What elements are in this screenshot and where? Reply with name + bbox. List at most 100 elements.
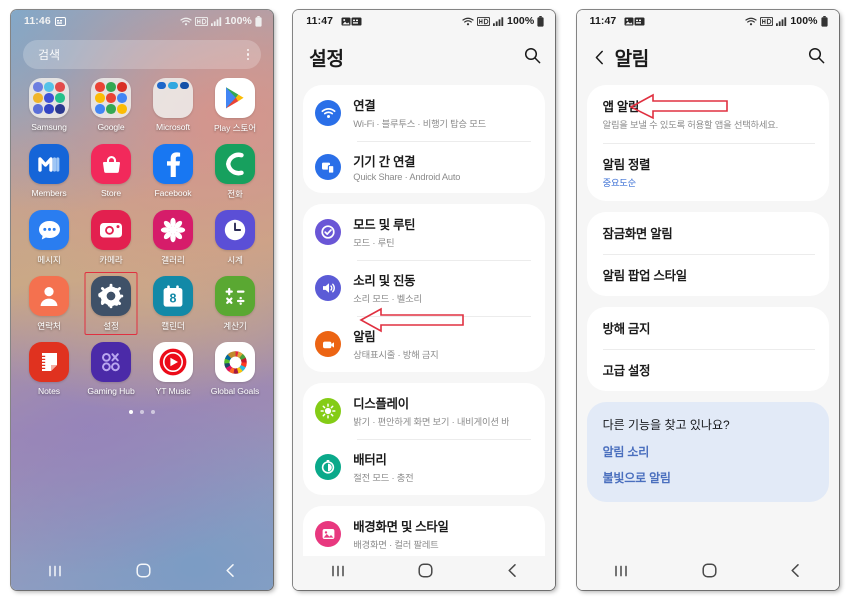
phone-2-screen: 11:47 100% 설정 연결 Wi-Fi · 블루투스 · 비행기 탑승 모… [293, 10, 556, 590]
page-title: 알림 [614, 49, 650, 70]
row-title: 소리 및 진동 [353, 274, 416, 288]
status-clock: 11:47 [306, 15, 334, 27]
wifi-icon [315, 100, 342, 126]
back-icon[interactable] [224, 563, 237, 583]
app-gaming-hub[interactable]: Gaming Hub [80, 342, 142, 396]
home-icon[interactable] [136, 563, 151, 583]
settings-row-modes-routines[interactable]: 모드 및 루틴 모드 · 루틴 [303, 204, 545, 260]
search-icon[interactable] [524, 47, 541, 69]
app-global-goals[interactable]: Global Goals [204, 342, 266, 396]
recents-icon[interactable] [47, 564, 63, 583]
settings-row-lockscreen-notifications[interactable]: 잠금화면 알림 [587, 212, 829, 254]
row-title: 잠금화면 알림 [602, 227, 673, 241]
settings-row-notifications[interactable]: 알림 상태표시줄 · 방해 금지 [303, 316, 545, 372]
search-icon[interactable] [808, 47, 825, 69]
image-icon [624, 17, 634, 26]
tip-link-notification-sound[interactable]: 알림 소리 [603, 443, 813, 460]
app-grid: Samsung Google Microsoft Play 스토어 Member… [11, 78, 273, 396]
settings-group: 디스플레이 밝기 · 편안하게 화면 보기 · 내비게이션 바 배터리 절전 모… [303, 383, 546, 495]
search-bar[interactable]: 검색 [23, 40, 261, 69]
app-label: 전화 [227, 189, 243, 199]
status-bar: 11:47 100% [293, 10, 556, 32]
home-icon[interactable] [702, 563, 717, 583]
three-phone-screenshot-strip: 11:46 100% 검색 Samsung Google Microsoft P… [0, 0, 850, 600]
more-vertical-icon[interactable] [246, 49, 249, 60]
folder-icon [29, 78, 69, 118]
navigation-bar [11, 556, 273, 590]
tip-link-flash-notification[interactable]: 불빛으로 알림 [603, 469, 813, 486]
settings-row-battery[interactable]: 배터리 절전 모드 · 충전 [303, 439, 545, 495]
settings-row-advanced-settings[interactable]: 고급 설정 [587, 349, 829, 391]
app-label: Samsung [31, 122, 67, 132]
app-settings[interactable]: 설정 [80, 272, 142, 335]
back-icon[interactable] [506, 563, 519, 583]
app-notes[interactable]: Notes [18, 342, 80, 396]
app-label: Global Goals [210, 386, 260, 396]
image-icon [341, 17, 351, 26]
samsung-members-icon [29, 144, 69, 184]
page-indicator[interactable] [11, 410, 273, 414]
chevron-left-icon[interactable] [593, 49, 606, 66]
app-label: 연락처 [37, 321, 61, 331]
settings-screen: 11:47 100% 설정 연결 Wi-Fi · 블루투스 · 비행기 탑승 모… [293, 10, 556, 590]
app-galaxy-store[interactable]: Store [80, 144, 142, 200]
notification-settings-list[interactable]: 앱 알림 알림을 보낼 수 있도록 허용할 앱을 선택하세요. 알림 정렬 중요… [577, 85, 839, 556]
app-label: 메시지 [37, 255, 61, 265]
navigation-bar [293, 556, 556, 590]
settings-row-sound-vibration[interactable]: 소리 및 진동 소리 모드 · 벨소리 [303, 260, 545, 316]
app-camera[interactable]: 카메라 [80, 210, 142, 266]
wallpaper-icon [315, 521, 342, 547]
app-samsung-folder[interactable]: Samsung [18, 78, 80, 134]
page-dot-2[interactable] [140, 410, 144, 414]
app-label: Gaming Hub [87, 386, 135, 396]
row-text: 배경화면 및 스타일 배경화면 · 컬러 팔레트 [353, 517, 449, 551]
app-phone[interactable]: 전화 [204, 144, 266, 200]
app-label: Members [31, 188, 67, 198]
calendar-icon: 8 [153, 276, 193, 316]
home-icon[interactable] [418, 563, 433, 583]
row-text: 잠금화면 알림 [603, 224, 673, 242]
app-members[interactable]: Members [18, 144, 80, 200]
settings-row-notification-sort[interactable]: 알림 정렬 중요도순 [587, 143, 829, 201]
hd-icon [760, 16, 774, 26]
app-label: 설정 [103, 321, 119, 331]
notes-icon [29, 342, 69, 382]
recents-icon[interactable] [330, 564, 346, 583]
row-subtitle: 밝기 · 편안하게 화면 보기 · 내비게이션 바 [353, 417, 510, 427]
settings-row-wallpaper-style[interactable]: 배경화면 및 스타일 배경화면 · 컬러 팔레트 [303, 506, 545, 556]
battery-icon [537, 15, 544, 27]
app-gallery[interactable]: 갤러리 [142, 210, 204, 266]
app-microsoft-folder[interactable]: Microsoft [142, 78, 204, 134]
app-yt-music[interactable]: YT Music [142, 342, 204, 396]
settings-row-connections[interactable]: 연결 Wi-Fi · 블루투스 · 비행기 탑승 모드 [303, 85, 545, 141]
settings-row-popup-style[interactable]: 알림 팝업 스타일 [587, 254, 829, 296]
gaming-hub-icon [91, 342, 131, 382]
app-facebook[interactable]: Facebook [142, 144, 204, 200]
row-subtitle: Wi-Fi · 블루투스 · 비행기 탑승 모드 [353, 119, 486, 129]
wifi-icon [180, 17, 192, 26]
settings-row-device-connections[interactable]: 기기 간 연결 Quick Share · Android Auto [303, 141, 545, 193]
app-contacts[interactable]: 연락처 [18, 276, 80, 332]
app-calculator[interactable]: 계산기 [204, 276, 266, 332]
app-play-store[interactable]: Play 스토어 [204, 78, 266, 134]
app-google-folder[interactable]: Google [80, 78, 142, 134]
app-messages[interactable]: 메시지 [18, 210, 80, 266]
recents-icon[interactable] [613, 564, 629, 583]
page-dot-1[interactable] [129, 410, 133, 414]
row-title: 알림 팝업 스타일 [602, 269, 687, 283]
row-text: 배터리 절전 모드 · 충전 [353, 450, 413, 484]
app-calendar[interactable]: 8 캘린더 [142, 276, 204, 332]
settings-row-do-not-disturb[interactable]: 방해 금지 [587, 307, 829, 349]
search-placeholder: 검색 [38, 48, 61, 62]
row-text: 디스플레이 밝기 · 편안하게 화면 보기 · 내비게이션 바 [353, 394, 509, 428]
settings-list[interactable]: 연결 Wi-Fi · 블루투스 · 비행기 탑승 모드 기기 간 연결 Quic… [293, 85, 555, 556]
page-dot-3[interactable] [151, 410, 155, 414]
settings-row-app-notifications[interactable]: 앱 알림 알림을 보낼 수 있도록 허용할 앱을 선택하세요. [587, 85, 829, 143]
settings-group: 방해 금지 고급 설정 [586, 307, 829, 391]
battery-percent: 100% [507, 15, 535, 27]
app-label: YT Music [155, 386, 191, 396]
back-icon[interactable] [789, 563, 802, 583]
row-title: 방해 금지 [602, 322, 651, 336]
app-clock[interactable]: 시계 [204, 210, 266, 266]
settings-row-display[interactable]: 디스플레이 밝기 · 편안하게 화면 보기 · 내비게이션 바 [303, 383, 545, 439]
